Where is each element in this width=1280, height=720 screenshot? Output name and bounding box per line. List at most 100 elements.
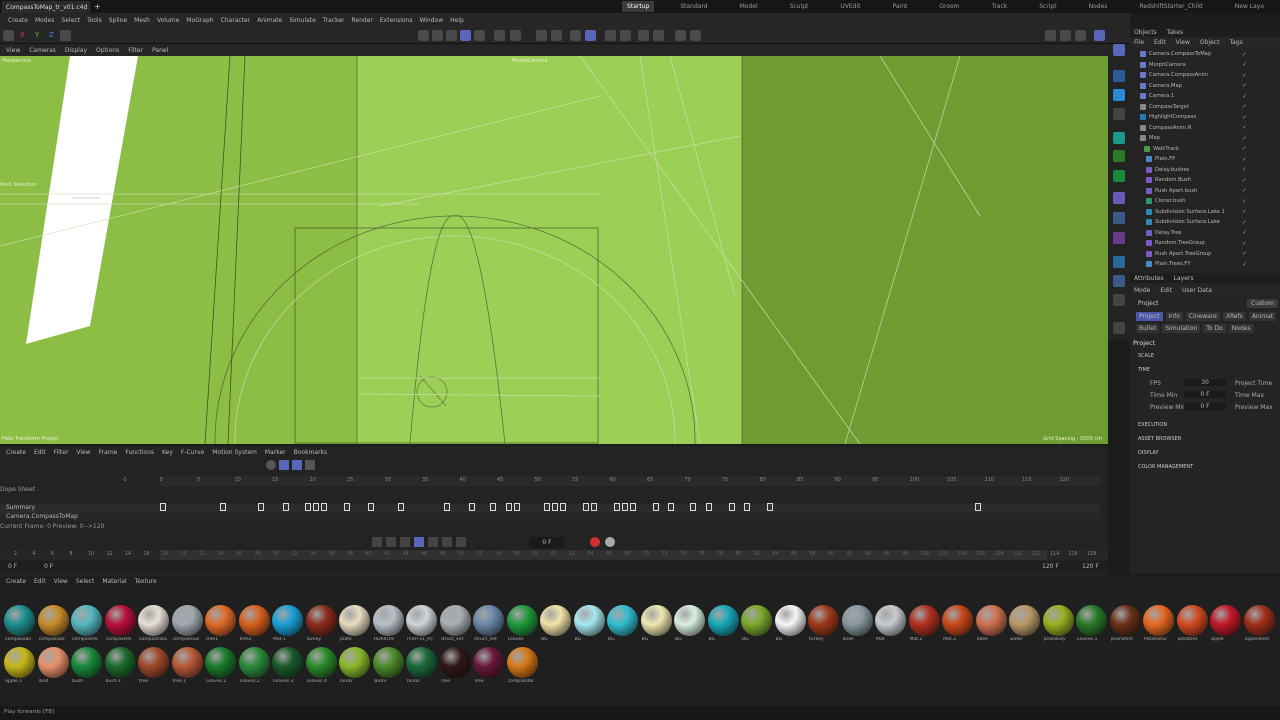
object-row[interactable]: Plain.Trees.FY ✓ <box>1130 259 1280 270</box>
keyframe-marker[interactable] <box>283 503 289 511</box>
light-icon[interactable] <box>1113 294 1125 306</box>
layout-tab-1[interactable]: Standard <box>680 3 707 10</box>
menu-item-3[interactable]: Tools <box>87 17 102 24</box>
tweak-mode-icon[interactable] <box>510 30 521 41</box>
material-menu-item-3[interactable]: Select <box>76 578 95 585</box>
object-row[interactable]: Camera.CompassAnim ✓ <box>1130 70 1280 81</box>
material-swatch[interactable] <box>573 605 605 636</box>
uv-mode-icon[interactable] <box>474 30 485 41</box>
material-swatch[interactable] <box>71 605 102 636</box>
object-row[interactable]: Plain.FP ✓ <box>1130 154 1280 165</box>
fps-field[interactable]: 30 <box>1184 379 1226 386</box>
attributes-menu-item-1[interactable]: Edit <box>1160 287 1172 294</box>
material-swatch[interactable] <box>138 605 169 636</box>
live-selection-icon[interactable] <box>1113 44 1125 56</box>
timeline-menu-item-8[interactable]: Motion System <box>212 449 257 456</box>
attr-subtab-2[interactable]: Cineware <box>1185 312 1220 321</box>
keyframe-marker[interactable] <box>344 503 350 511</box>
material-swatch[interactable] <box>908 605 940 636</box>
timeline-menu-item-3[interactable]: View <box>76 449 90 456</box>
coordinate-system-icon[interactable] <box>60 30 71 41</box>
camera-icon[interactable] <box>1094 30 1105 41</box>
render-settings-icon[interactable] <box>638 30 649 41</box>
viewport-menu-item-1[interactable]: Cameras <box>29 47 56 54</box>
material-swatch[interactable] <box>1009 605 1040 636</box>
material-swatch[interactable] <box>104 647 136 678</box>
visibility-check-icon[interactable]: ✓ <box>1242 82 1247 89</box>
viewport-menu-item-0[interactable]: View <box>6 47 20 54</box>
cube-icon[interactable] <box>1045 30 1056 41</box>
material-swatch[interactable] <box>238 647 270 678</box>
frame-field[interactable]: 0 F <box>530 537 564 548</box>
object-row[interactable]: Subdivision Surface.Lake ✓ <box>1130 217 1280 228</box>
move-icon[interactable] <box>1113 70 1125 82</box>
keyframe-marker[interactable] <box>560 503 566 511</box>
timeline-menu-item-5[interactable]: Functions <box>125 449 154 456</box>
object-row[interactable]: Cloner.bush ✓ <box>1130 196 1280 207</box>
object-row[interactable]: WalkTrack ✓ <box>1130 144 1280 155</box>
render-queue-icon[interactable] <box>690 30 701 41</box>
material-swatch[interactable] <box>473 605 504 636</box>
material-swatch[interactable] <box>37 605 69 636</box>
workplane-icon[interactable] <box>585 30 596 41</box>
material-swatch[interactable] <box>1109 605 1141 636</box>
material-swatch[interactable] <box>205 605 236 636</box>
object-row[interactable]: Delay.Tree ✓ <box>1130 228 1280 239</box>
visibility-check-icon[interactable]: ✓ <box>1242 250 1247 257</box>
object-row[interactable]: Map ✓ <box>1130 133 1280 144</box>
objects-tab-0[interactable]: Objects <box>1134 29 1157 36</box>
material-menu-item-1[interactable]: Edit <box>34 578 46 585</box>
keyframe-marker[interactable] <box>975 503 981 511</box>
visibility-check-icon[interactable]: ✓ <box>1242 61 1247 68</box>
layout-tab-0[interactable]: Startup <box>622 1 655 12</box>
layout-tab-9[interactable]: Nodes <box>1089 3 1108 10</box>
material-swatch[interactable] <box>506 647 538 678</box>
material-swatch[interactable] <box>1042 605 1074 636</box>
layout-tab-3[interactable]: Sculpt <box>790 3 809 10</box>
polygons-mode-icon[interactable] <box>460 30 471 41</box>
objects-menu-item-4[interactable]: Tags <box>1229 39 1242 46</box>
attributes-tab-0[interactable]: Attributes <box>1134 275 1164 282</box>
attr-subtab2-1[interactable]: Simulation <box>1162 324 1201 333</box>
material-swatch[interactable] <box>841 605 873 636</box>
material-swatch[interactable] <box>1243 605 1275 636</box>
visibility-check-icon[interactable]: ✓ <box>1242 124 1247 131</box>
material-swatch[interactable] <box>138 647 169 678</box>
object-row[interactable]: CompassTarget ✓ <box>1130 102 1280 113</box>
scene-icon[interactable] <box>1113 212 1125 224</box>
autokey-icon[interactable] <box>605 537 615 547</box>
timeline-menu-item-7[interactable]: F-Curve <box>181 449 204 456</box>
group-scale[interactable]: SCALE <box>1138 353 1154 359</box>
visibility-check-icon[interactable]: ✓ <box>1242 208 1247 215</box>
material-swatch[interactable] <box>4 605 35 636</box>
edges-mode-icon[interactable] <box>446 30 457 41</box>
range-bar[interactable]: 0 F 0 F 120 F 120 F <box>0 561 1108 571</box>
keyframe-marker[interactable] <box>729 503 735 511</box>
preview-min-field[interactable]: 0 F <box>1184 403 1226 410</box>
deformer-icon[interactable] <box>1113 170 1125 182</box>
material-swatch[interactable] <box>473 647 504 678</box>
menu-item-11[interactable]: Tracker <box>323 17 345 24</box>
material-swatch[interactable] <box>406 647 437 678</box>
menu-item-7[interactable]: MoGraph <box>186 17 213 24</box>
keyframe-marker[interactable] <box>591 503 597 511</box>
keyframe-marker[interactable] <box>305 503 311 511</box>
menu-item-10[interactable]: Simulate <box>289 17 316 24</box>
axis-mode-icon[interactable] <box>494 30 505 41</box>
keyframe-marker[interactable] <box>469 503 475 511</box>
undo-icon[interactable] <box>3 30 14 41</box>
menu-item-13[interactable]: Extensions <box>380 17 413 24</box>
picture-viewer-icon[interactable] <box>653 30 664 41</box>
keyframe-marker[interactable] <box>744 503 750 511</box>
keyframe-marker[interactable] <box>668 503 674 511</box>
material-swatch[interactable] <box>305 605 337 636</box>
group-color-management[interactable]: COLOR MANAGEMENT <box>1138 464 1193 470</box>
keyframe-marker[interactable] <box>767 503 773 511</box>
keyframe-marker[interactable] <box>514 503 520 511</box>
attributes-tab-1[interactable]: Layers <box>1174 275 1194 282</box>
object-row[interactable]: Camera.Map ✓ <box>1130 81 1280 92</box>
object-row[interactable]: Camera.1 ✓ <box>1130 91 1280 102</box>
objects-tab-1[interactable]: Takes <box>1167 29 1183 36</box>
objects-menu-item-1[interactable]: Edit <box>1154 39 1166 46</box>
axis-y-toggle[interactable]: Y <box>35 31 39 39</box>
